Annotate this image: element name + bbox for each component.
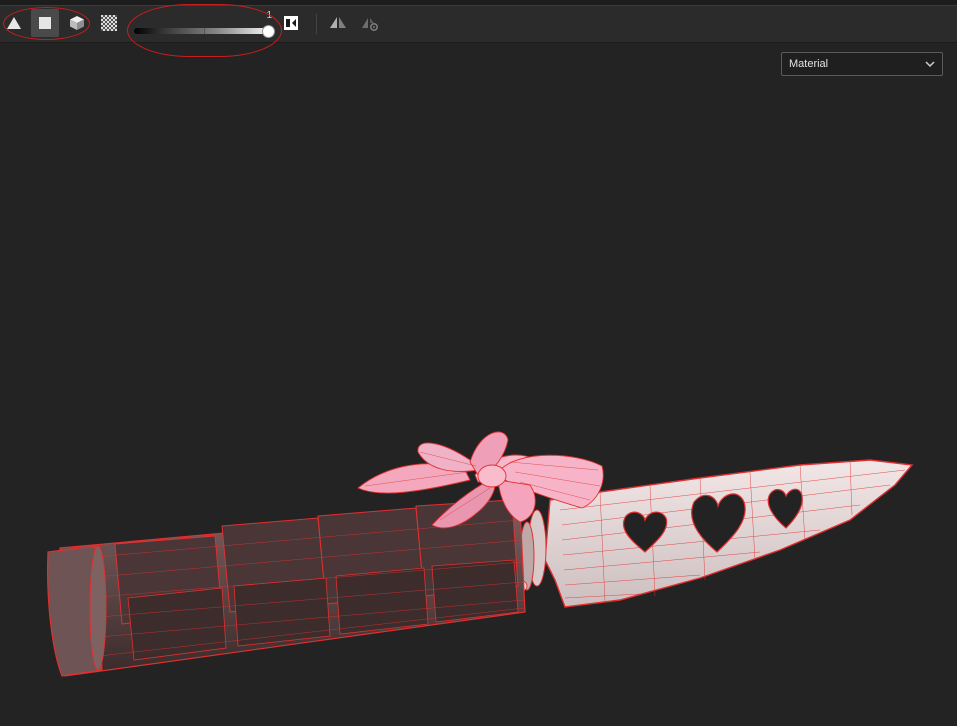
- slider-tick: [204, 28, 205, 34]
- symmetry-settings-icon: [362, 18, 378, 31]
- symmetry-button[interactable]: [324, 9, 352, 37]
- symmetry-icon: [330, 17, 346, 28]
- checkerboard-icon: [101, 15, 117, 31]
- checker-toggle-button[interactable]: [95, 9, 123, 37]
- knife-model: [47, 431, 914, 677]
- toolbar-separator: [316, 14, 317, 34]
- display-mode-dropdown[interactable]: Material: [781, 52, 943, 76]
- viewport-toolbar: 1: [0, 6, 957, 43]
- swap-icon: [284, 16, 298, 30]
- triangle-icon: [7, 17, 21, 29]
- symmetry-settings-button[interactable]: [356, 9, 384, 37]
- display-mode-value: Material: [789, 58, 829, 70]
- slider-handle[interactable]: [262, 25, 275, 38]
- cube-icon: [70, 16, 84, 30]
- opacity-slider[interactable]: 1: [134, 10, 275, 38]
- chevron-down-icon: [925, 61, 935, 68]
- solid-mode-button[interactable]: [31, 9, 59, 37]
- swap-button[interactable]: [277, 9, 305, 37]
- shaded-mode-button[interactable]: [63, 9, 91, 37]
- 3d-viewport[interactable]: [0, 43, 957, 721]
- slider-value: 1: [266, 10, 272, 21]
- square-icon: [39, 17, 51, 29]
- wireframe-mode-button[interactable]: [0, 9, 28, 37]
